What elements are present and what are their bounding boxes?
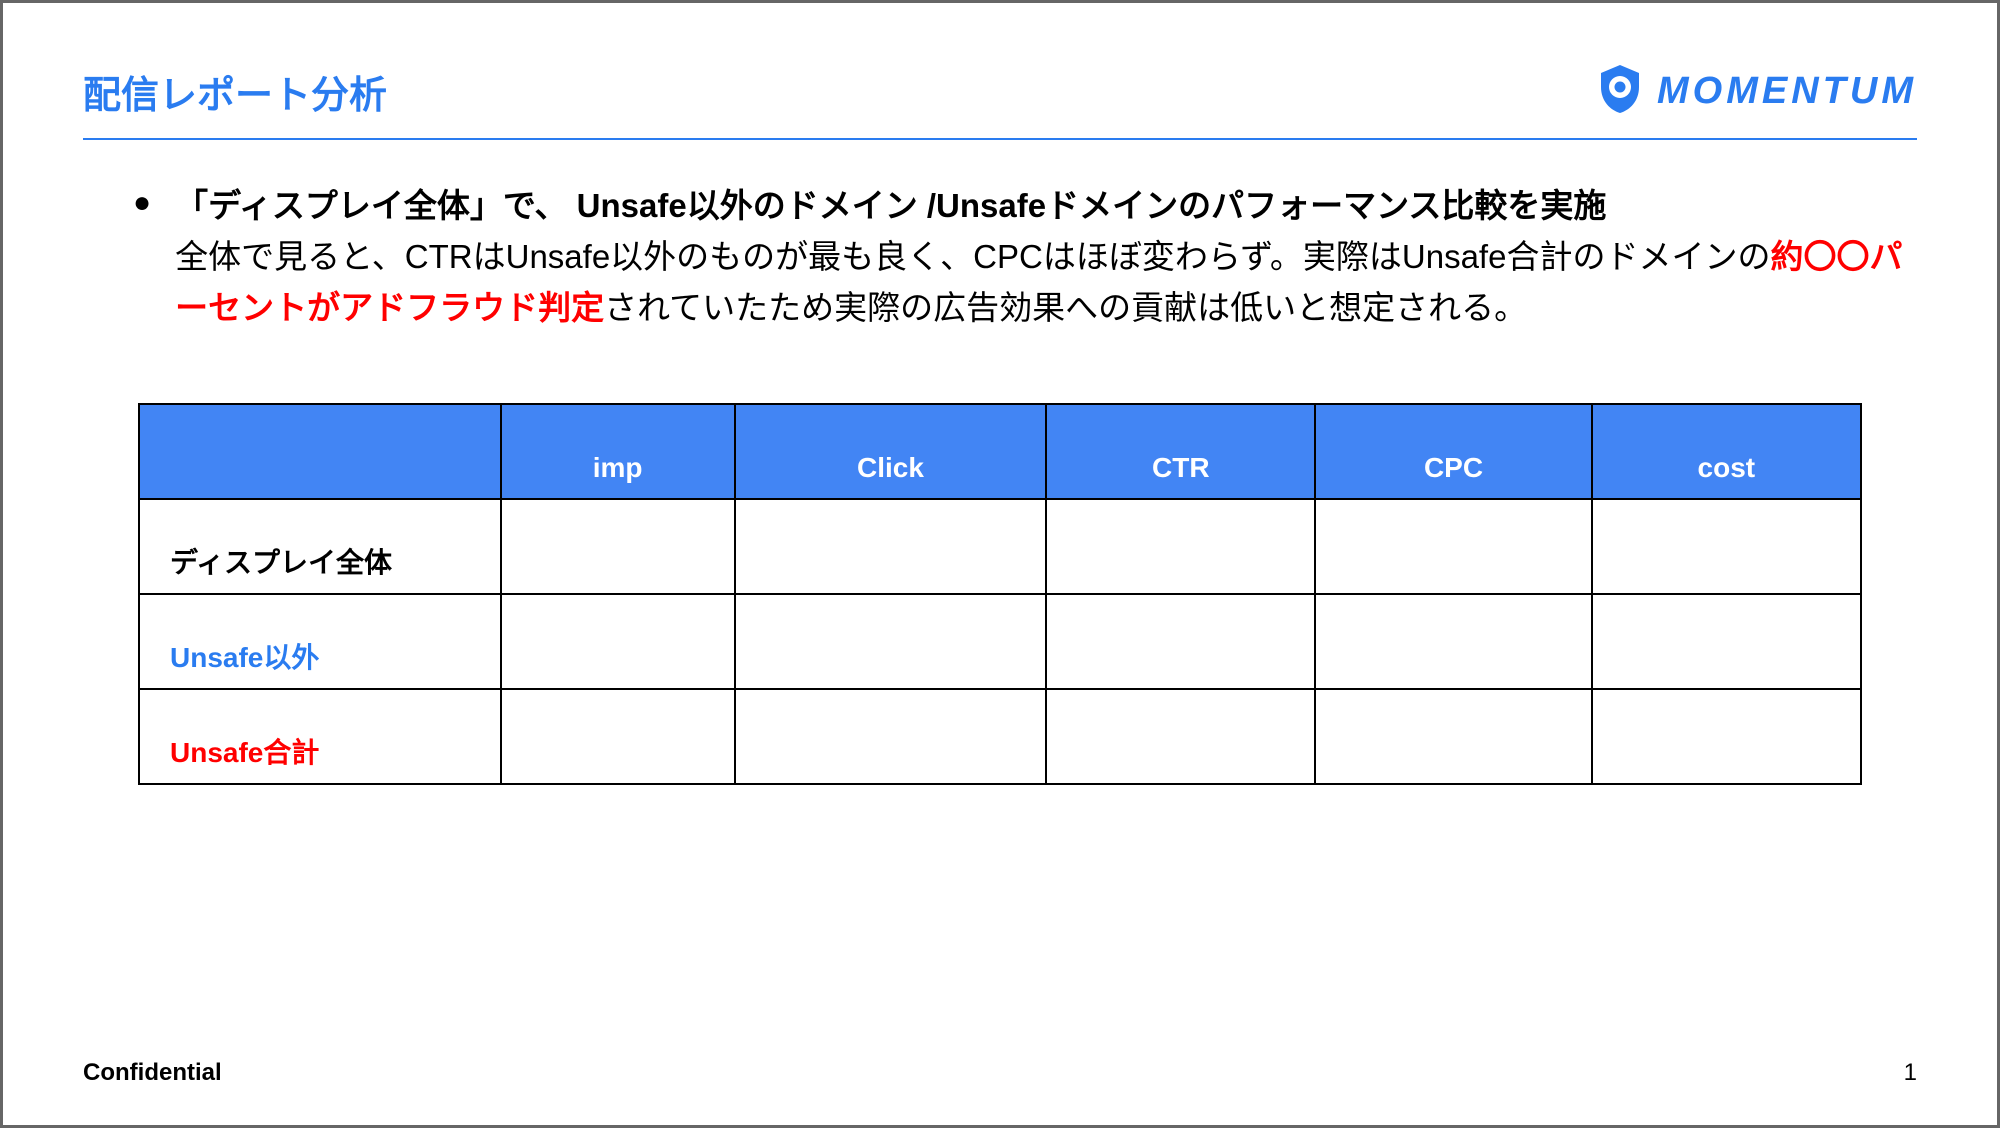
table-header-ctr: CTR	[1046, 404, 1315, 499]
slide-footer: Confidential 1	[83, 1059, 1917, 1087]
performance-table: imp Click CTR CPC cost ディスプレイ全体 Unsafe以外	[138, 403, 1862, 785]
brand-logo: MOMENTUM	[1597, 63, 1917, 120]
page-number: 1	[1904, 1059, 1917, 1087]
cell	[1592, 689, 1861, 784]
slide-header: 配信レポート分析 MOMENTUM	[83, 63, 1917, 140]
cell	[1046, 689, 1315, 784]
cell	[501, 689, 735, 784]
cell	[1046, 499, 1315, 594]
cell	[1315, 594, 1591, 689]
cell	[1315, 689, 1591, 784]
cell	[1315, 499, 1591, 594]
row-label-unsafe-excluded: Unsafe以外	[139, 594, 501, 689]
page-title: 配信レポート分析	[83, 64, 387, 119]
row-label-display-all: ディスプレイ全体	[139, 499, 501, 594]
shield-icon	[1597, 63, 1643, 120]
table-row: ディスプレイ全体	[139, 499, 1861, 594]
table-header-click: Click	[735, 404, 1047, 499]
cell	[1592, 594, 1861, 689]
cell	[1046, 594, 1315, 689]
row-label-unsafe-total: Unsafe合計	[139, 689, 501, 784]
table-header-cost: cost	[1592, 404, 1861, 499]
cell	[735, 594, 1047, 689]
confidential-label: Confidential	[83, 1059, 222, 1087]
bullet-bold-line: 「ディスプレイ全体」で、 Unsafe以外のドメイン /Unsafeドメインのパ…	[175, 187, 1606, 224]
cell	[501, 594, 735, 689]
slide: 配信レポート分析 MOMENTUM ● 「ディスプレイ全体」で、 Unsafe以…	[0, 0, 2000, 1128]
bullet-body-b: されていたため実際の広告効果への貢献は低いと想定される。	[604, 289, 1527, 326]
table-header-cpc: CPC	[1315, 404, 1591, 499]
table-row: Unsafe以外	[139, 594, 1861, 689]
bullet-item: ● 「ディスプレイ全体」で、 Unsafe以外のドメイン /Unsafeドメイン…	[83, 180, 1917, 333]
table-row: Unsafe合計	[139, 689, 1861, 784]
bullet-body-a: 全体で見ると、CTRはUnsafe以外のものが最も良く、CPCはほぼ変わらず。実…	[175, 238, 1770, 275]
cell	[735, 689, 1047, 784]
table-header-imp: imp	[501, 404, 735, 499]
bullet-text: 「ディスプレイ全体」で、 Unsafe以外のドメイン /Unsafeドメインのパ…	[175, 180, 1917, 333]
table-header-row: imp Click CTR CPC cost	[139, 404, 1861, 499]
brand-text: MOMENTUM	[1657, 70, 1917, 113]
table-header-blank	[139, 404, 501, 499]
bullet-dot-icon: ●	[133, 180, 151, 333]
cell	[501, 499, 735, 594]
cell	[1592, 499, 1861, 594]
cell	[735, 499, 1047, 594]
